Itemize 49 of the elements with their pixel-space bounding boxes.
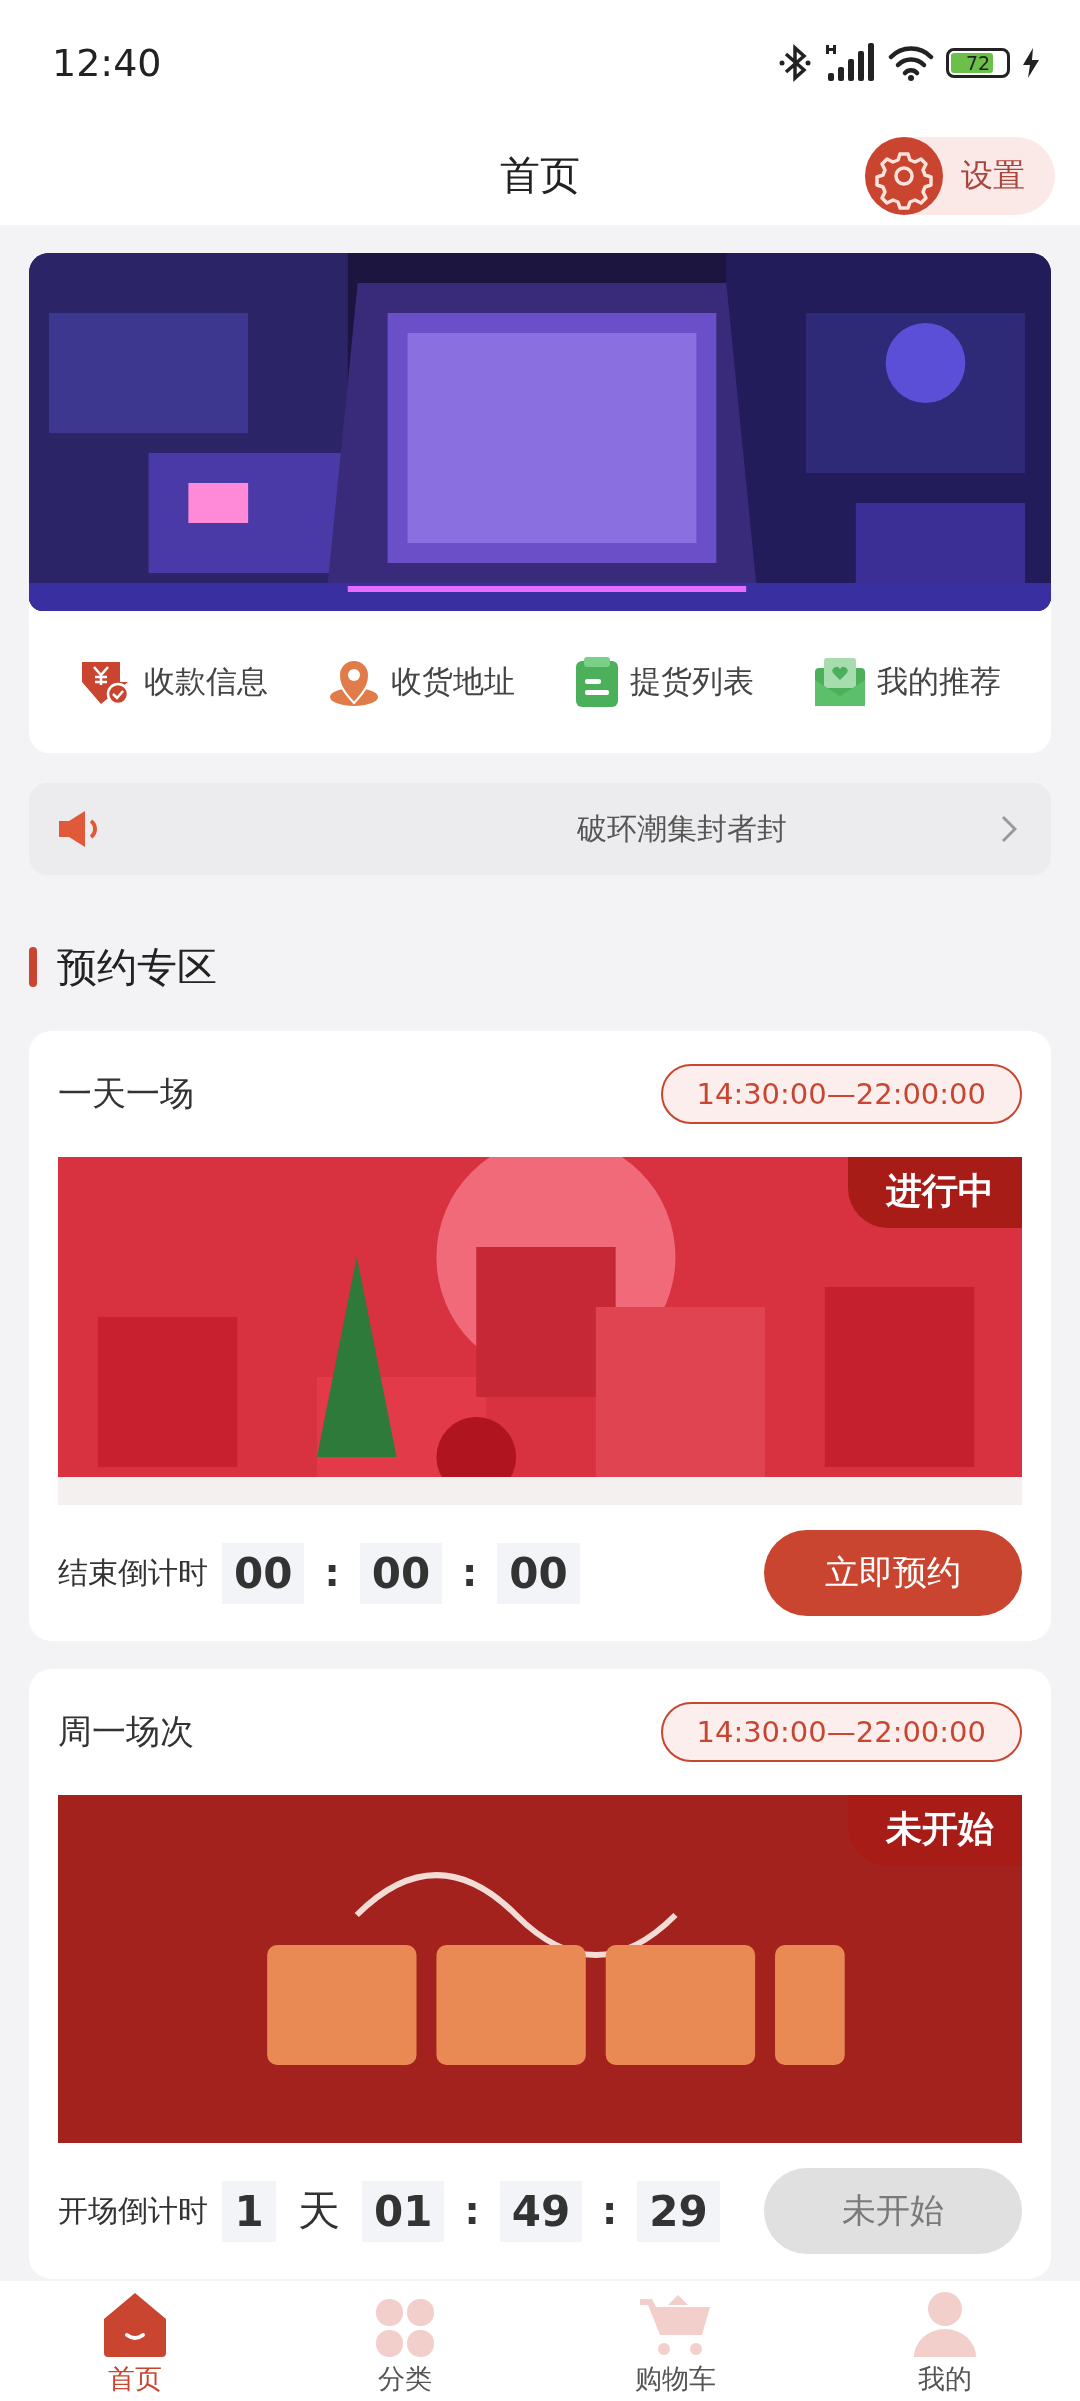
countdown-digits: 00 [497, 1542, 580, 1604]
clipboard-icon [575, 657, 618, 707]
signal-icon [824, 42, 876, 83]
countdown-label: 结束倒计时 [58, 1553, 208, 1592]
four-petal-icon [376, 2299, 434, 2357]
reserve-button[interactable]: 立即预约 [764, 1530, 1022, 1616]
countdown-separator: : [601, 2189, 619, 2233]
home-icon [102, 2291, 168, 2357]
notice-text: 破环潮集封者封 [576, 809, 788, 848]
charging-icon [1022, 47, 1040, 78]
nav-tab[interactable]: 购物车 [540, 2281, 810, 2401]
countdown-digits: 01 [362, 2180, 445, 2242]
countdown-digits: 29 [637, 2180, 720, 2242]
quick-link[interactable]: 我的推荐 [814, 658, 1001, 706]
accent-bar [29, 947, 37, 987]
time-range-tag: 14:30:00—22:00:00 [660, 1702, 1022, 1762]
quick-link[interactable]: 收货地址 [328, 657, 515, 707]
wifi-icon [888, 44, 934, 81]
bluetooth-icon [778, 43, 812, 82]
countdown-digits: 1 [222, 2180, 276, 2242]
envelope-heart-icon [814, 658, 865, 706]
countdown-unit: 天 [297, 2185, 341, 2237]
countdown-digits: 49 [499, 2180, 583, 2242]
cart-icon [640, 2295, 710, 2357]
settings-button[interactable]: 设置 [865, 137, 1055, 215]
session-title: 周一场次 [58, 1710, 194, 1753]
chevron-right-icon [1001, 815, 1017, 843]
countdown-label: 开场倒计时 [58, 2191, 208, 2230]
quick-link[interactable]: 收款信息 [79, 658, 268, 706]
countdown-separator: : [323, 1551, 341, 1595]
nav-tab[interactable]: 首页 [0, 2281, 270, 2401]
nav-tab[interactable]: 分类 [270, 2281, 540, 2401]
time-range-tag: 14:30:00—22:00:00 [660, 1064, 1022, 1124]
battery-indicator: 72 [946, 47, 1010, 78]
countdown-digits: 00 [359, 1542, 443, 1604]
countdown-separator: : [461, 1551, 479, 1595]
quick-link[interactable]: 提货列表 [575, 657, 754, 707]
countdown-separator: : [463, 2189, 481, 2233]
countdown-digits: 00 [222, 1542, 305, 1604]
status-badge: 未开始 [848, 1795, 1022, 1866]
status-time: 12:40 [52, 40, 162, 85]
notice-bar[interactable]: 破环潮集封者封 [29, 783, 1051, 875]
nav-tab[interactable]: 我的 [810, 2281, 1080, 2401]
status-badge: 进行中 [848, 1157, 1022, 1228]
settings-icon [865, 137, 943, 215]
section-title: 预约专区 [57, 942, 217, 992]
person-icon [914, 2291, 976, 2357]
page-title: 首页 [500, 150, 580, 200]
session-title: 一天一场 [58, 1072, 194, 1115]
